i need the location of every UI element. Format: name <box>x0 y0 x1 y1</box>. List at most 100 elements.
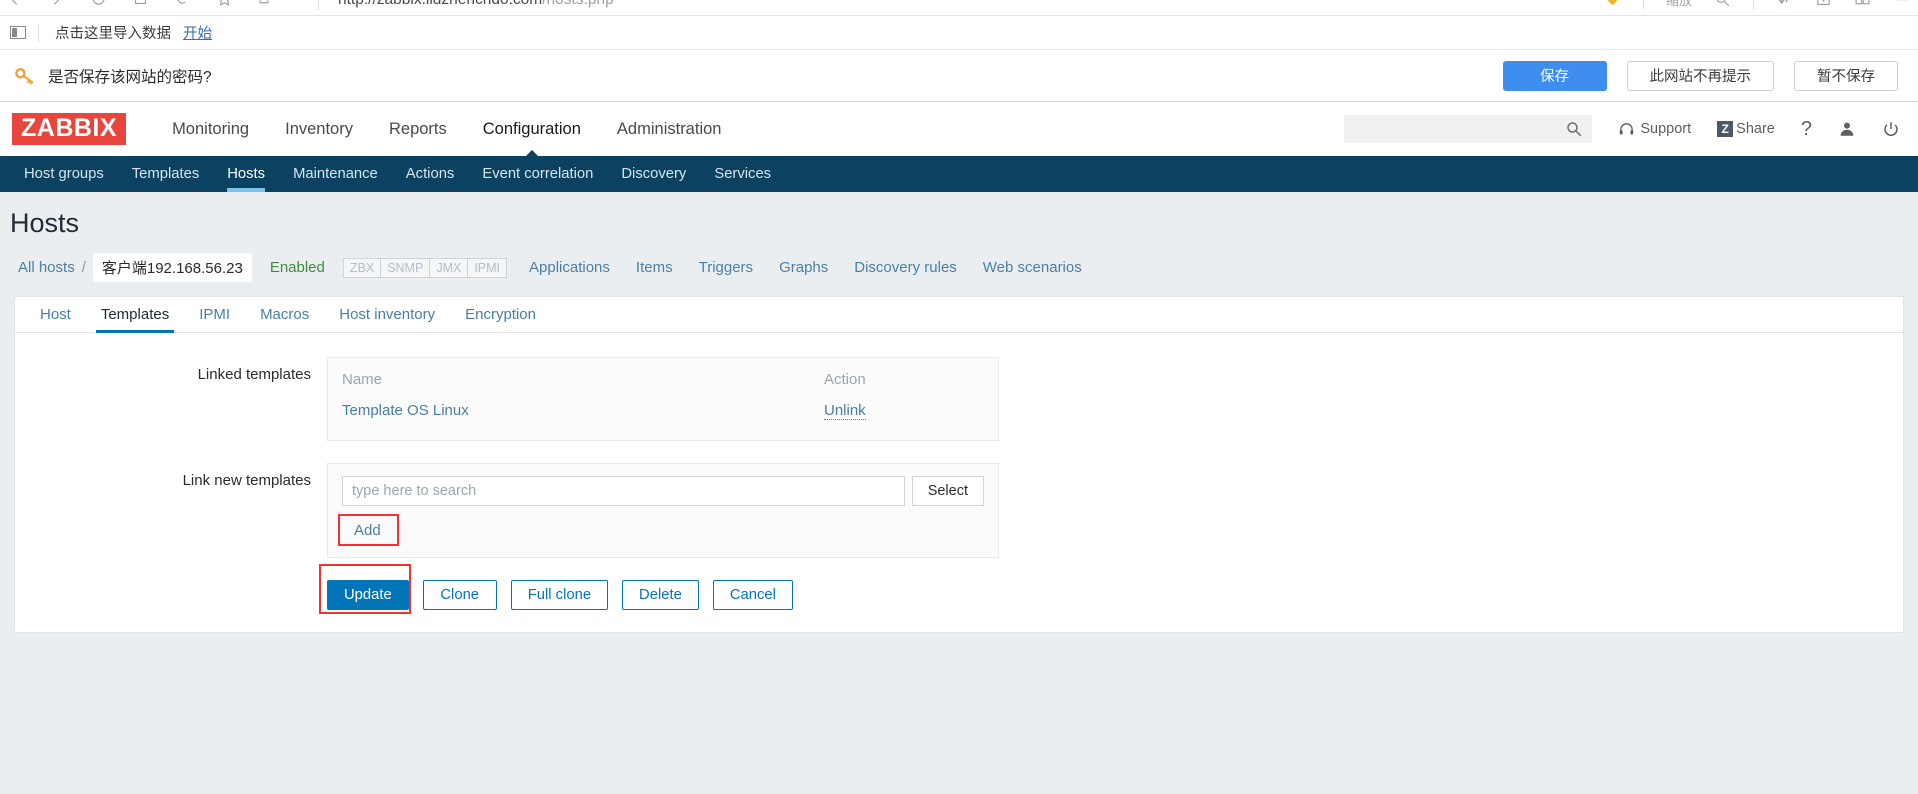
tab-macros[interactable]: Macros <box>245 297 324 332</box>
linked-templates-row: Linked templates Name Action Template OS… <box>15 357 1903 441</box>
subnav-item-hosts[interactable]: Hosts <box>213 156 279 192</box>
select-button[interactable]: Select <box>911 476 984 506</box>
linked-templates-label: Linked templates <box>197 366 311 383</box>
tab-templates[interactable]: Templates <box>86 297 184 333</box>
search-input[interactable] <box>1344 115 1566 143</box>
import-start-link[interactable]: 开始 <box>183 22 212 43</box>
history-icon[interactable] <box>174 0 191 7</box>
add-link-wrapper: Add <box>338 514 399 546</box>
share-link[interactable]: Z Share <box>1717 121 1775 137</box>
clone-button[interactable]: Clone <box>422 580 497 610</box>
subnav-item-actions[interactable]: Actions <box>392 156 469 192</box>
search-icon[interactable] <box>1714 0 1731 8</box>
template-search-input[interactable] <box>342 476 905 506</box>
global-search-box[interactable] <box>1344 115 1593 143</box>
column-header-action: Action <box>824 371 866 388</box>
key-icon <box>14 65 36 87</box>
password-save-buttons: 保存 此网站不再提示 暂不保存 <box>1502 60 1898 91</box>
tab-encryption[interactable]: Encryption <box>450 297 551 332</box>
browser-nav-icons <box>6 0 275 7</box>
page-title: Hosts <box>10 208 80 238</box>
download-icon[interactable] <box>1776 0 1793 8</box>
back-icon[interactable] <box>6 0 23 7</box>
host-interface-badges: ZBX SNMP JMX IPMI <box>342 257 508 278</box>
reload-icon[interactable] <box>90 0 107 7</box>
breadcrumb-tab-applications[interactable]: Applications <box>529 259 610 276</box>
linked-templates-header: Name Action <box>342 364 984 395</box>
nav-item-configuration[interactable]: Configuration <box>465 102 599 157</box>
subnav-item-templates[interactable]: Templates <box>118 156 213 192</box>
home-icon[interactable] <box>132 0 149 7</box>
password-never-button[interactable]: 此网站不再提示 <box>1626 60 1774 91</box>
delete-button[interactable]: Delete <box>622 580 699 610</box>
breadcrumb-tab-discovery-rules[interactable]: Discovery rules <box>854 259 957 276</box>
nav-item-administration[interactable]: Administration <box>599 102 740 156</box>
breadcrumb-tab-graphs[interactable]: Graphs <box>779 259 828 276</box>
search-icon[interactable] <box>1565 120 1583 138</box>
zabbix-logo[interactable]: ZABBIX <box>12 113 127 145</box>
cancel-button[interactable]: Cancel <box>712 580 793 610</box>
help-icon[interactable]: ? <box>1801 119 1812 139</box>
password-not-now-button[interactable]: 暂不保存 <box>1794 60 1898 91</box>
import-data-text: 点击这里导入数据 <box>55 26 171 42</box>
template-name-link[interactable]: Template OS Linux <box>342 402 469 419</box>
update-button[interactable]: Update <box>327 580 409 610</box>
main-nav: Monitoring Inventory Reports Configurati… <box>154 102 740 157</box>
nav-item-inventory[interactable]: Inventory <box>267 102 371 156</box>
window-icon[interactable] <box>1815 0 1832 8</box>
host-status-enabled[interactable]: Enabled <box>270 259 325 276</box>
badge-snmp: SNMP <box>380 257 430 278</box>
subnav-item-maintenance[interactable]: Maintenance <box>279 156 392 192</box>
template-unlink-link[interactable]: Unlink <box>824 402 866 420</box>
tab-host[interactable]: Host <box>25 297 86 332</box>
column-header-name: Name <box>342 371 383 388</box>
bookmark-icon[interactable] <box>216 0 233 7</box>
breadcrumb: All hosts / 客户端192.168.56.23 Enabled ZBX… <box>0 253 1918 296</box>
power-icon[interactable] <box>1882 120 1900 138</box>
forward-icon[interactable] <box>48 0 65 7</box>
subnav-item-host-groups[interactable]: Host groups <box>10 156 118 192</box>
menu-icon[interactable] <box>1893 0 1910 8</box>
link-new-templates-label: Link new templates <box>182 472 311 489</box>
icon-divider-2 <box>1753 0 1754 9</box>
form-body: Linked templates Name Action Template OS… <box>15 333 1903 632</box>
badge-jmx: JMX <box>429 257 468 278</box>
password-save-button[interactable]: 保存 <box>1502 60 1607 91</box>
table-row: Template OS Linux Unlink <box>342 395 984 426</box>
user-icon[interactable] <box>1838 120 1856 138</box>
tab-host-inventory[interactable]: Host inventory <box>324 297 450 332</box>
host-form-card: Host Templates IPMI Macros Host inventor… <box>14 296 1904 633</box>
tab-ipmi[interactable]: IPMI <box>184 297 245 332</box>
add-template-link[interactable]: Add <box>342 518 393 543</box>
support-link[interactable]: Support <box>1618 121 1691 138</box>
icon-divider <box>1642 0 1644 9</box>
browser-right-icons: 缩放 <box>1604 0 1910 9</box>
subnav-item-discovery[interactable]: Discovery <box>607 156 700 192</box>
subnav-item-event-correlation[interactable]: Event correlation <box>468 156 607 192</box>
share-icon[interactable] <box>258 0 275 7</box>
breadcrumb-tab-items[interactable]: Items <box>636 259 673 276</box>
url-bar[interactable]: http://zabbix.lidzhenchdo.com/hosts.php <box>338 0 614 9</box>
url-divider <box>318 0 319 10</box>
subnav-item-services[interactable]: Services <box>700 156 785 192</box>
breadcrumb-tab-web-scenarios[interactable]: Web scenarios <box>983 259 1082 276</box>
breadcrumb-tab-triggers[interactable]: Triggers <box>699 259 753 276</box>
template-search-line: Select <box>342 476 984 506</box>
header-right-group: Support Z Share ? <box>1344 115 1900 143</box>
full-clone-button[interactable]: Full clone <box>510 580 609 610</box>
form-buttons-row: Update Clone Full clone Delete Cancel <box>15 564 1903 614</box>
apps-icon[interactable] <box>1854 0 1871 8</box>
nav-item-reports[interactable]: Reports <box>371 102 465 156</box>
diamond-icon[interactable] <box>1604 0 1621 8</box>
breadcrumb-separator: / <box>81 259 86 276</box>
import-data-bar: 点击这里导入数据 开始 <box>0 16 1918 50</box>
panel-icon[interactable] <box>10 26 26 39</box>
breadcrumb-all-hosts[interactable]: All hosts <box>18 259 75 276</box>
form-tab-strip: Host Templates IPMI Macros Host inventor… <box>15 297 1903 333</box>
headset-icon <box>1620 122 1634 134</box>
link-new-templates-box: Select Add <box>327 463 999 558</box>
share-label: Share <box>1736 121 1775 137</box>
badge-zbx: ZBX <box>342 257 381 278</box>
zoom-label[interactable]: 缩放 <box>1666 0 1692 9</box>
nav-item-monitoring[interactable]: Monitoring <box>154 102 267 156</box>
